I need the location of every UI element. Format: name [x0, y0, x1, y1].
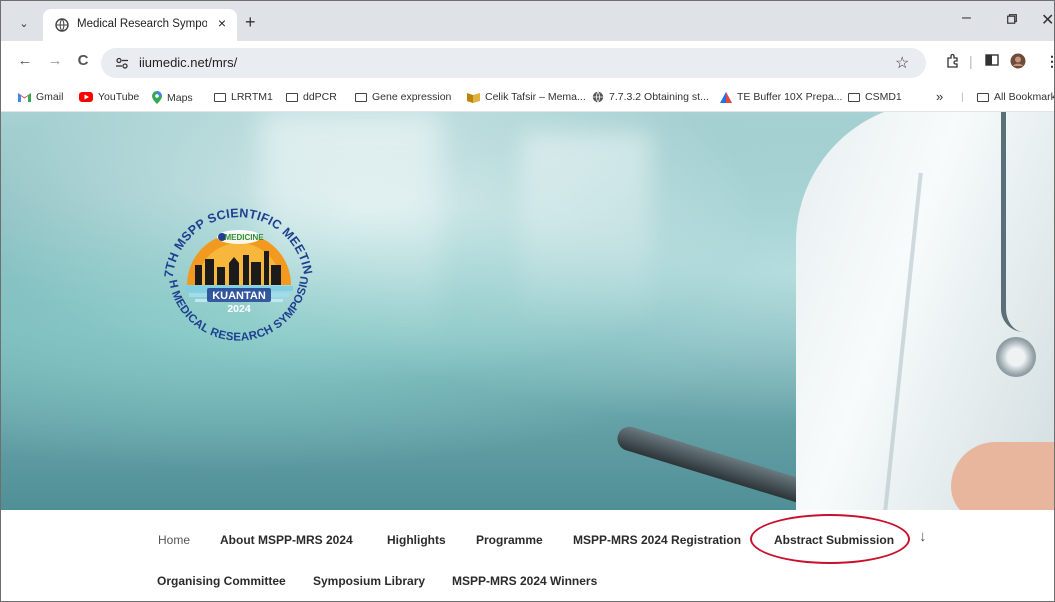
minimize-button[interactable]: – — [962, 9, 971, 27]
nav-registration[interactable]: MSPP-MRS 2024 Registration — [573, 533, 741, 547]
back-button[interactable]: ← — [15, 52, 35, 69]
nav-more-arrow-icon[interactable]: ↓ — [919, 528, 927, 545]
tab-strip: ⌄ Medical Research Symposium - × + – ✕ — [1, 1, 1054, 41]
bookmark-star-icon[interactable]: ☆ — [895, 53, 909, 73]
background-light — [521, 132, 651, 332]
gmail-icon — [18, 93, 31, 102]
site-nav-menu: Home About MSPP-MRS 2024 Highlights Prog… — [1, 510, 1054, 601]
stethoscope-icon — [1001, 112, 1024, 332]
tab-search-chevron-icon[interactable]: ⌄ — [13, 14, 35, 34]
logo-city: KUANTAN — [212, 290, 266, 302]
bookmark-ddpcr[interactable]: ddPCR — [286, 91, 337, 103]
profile-avatar-icon[interactable] — [1010, 53, 1026, 69]
bookmark-lrrtm1[interactable]: LRRTM1 — [214, 91, 273, 103]
bookmarks-bar: Gmail YouTube Maps LRRTM1 ddPCR Gene exp… — [1, 87, 1054, 112]
url-text[interactable]: iiumedic.net/mrs/ — [139, 55, 237, 70]
close-window-button[interactable]: ✕ — [1041, 10, 1054, 30]
restore-icon[interactable] — [1007, 14, 1017, 24]
folder-icon — [214, 92, 226, 102]
site-settings-icon[interactable] — [115, 56, 129, 70]
nav-highlights[interactable]: Highlights — [387, 533, 446, 547]
folder-icon — [286, 92, 298, 102]
book-icon — [467, 93, 480, 103]
symposium-logo: 37TH MSPP SCIENTIFIC MEETING 9TH MEDICAL… — [151, 187, 315, 344]
nav-symposium-library[interactable]: Symposium Library — [313, 574, 425, 588]
bookmark-csmd1[interactable]: CSMD1 — [848, 91, 902, 103]
bookmark-te-buffer[interactable]: TE Buffer 10X Prepa... — [720, 91, 842, 103]
bookmark-gene-expression[interactable]: Gene expression — [355, 91, 451, 103]
maps-icon — [152, 91, 162, 104]
menu-kebab-icon[interactable]: ⋮ — [1045, 53, 1054, 70]
all-bookmarks-button[interactable]: All Bookmarks — [977, 91, 1054, 103]
bookmarks-divider: | — [961, 91, 964, 103]
nav-winners[interactable]: MSPP-MRS 2024 Winners — [452, 574, 597, 588]
browser-window: ⌄ Medical Research Symposium - × + – ✕ ←… — [0, 0, 1055, 602]
bookmark-obtaining[interactable]: 7.7.3.2 Obtaining st... — [592, 91, 709, 103]
nav-organising-committee[interactable]: Organising Committee — [157, 574, 286, 588]
logo-badge-text: MEDICINE — [224, 233, 264, 242]
active-tab[interactable]: Medical Research Symposium - × — [43, 9, 237, 41]
nav-about[interactable]: About MSPP-MRS 2024 — [220, 533, 353, 547]
bookmark-celik-tafsir[interactable]: Celik Tafsir – Mema... — [467, 91, 586, 103]
reload-button[interactable]: C — [73, 52, 93, 69]
folder-icon — [848, 92, 860, 102]
logo-year: 2024 — [227, 303, 251, 315]
youtube-icon — [79, 92, 93, 102]
bookmark-gmail[interactable]: Gmail — [18, 91, 63, 103]
folder-icon — [977, 92, 989, 102]
doctor-arm — [951, 442, 1054, 510]
stethoscope-head — [996, 337, 1036, 377]
globe-icon — [592, 91, 604, 103]
address-bar[interactable]: iiumedic.net/mrs/ ☆ — [101, 48, 926, 78]
annotation-circle — [750, 514, 910, 564]
folder-icon — [355, 92, 367, 102]
extensions-icon[interactable] — [946, 53, 961, 68]
new-tab-button[interactable]: + — [245, 12, 256, 33]
globe-icon — [55, 18, 69, 32]
bookmark-youtube[interactable]: YouTube — [79, 91, 139, 103]
toolbar-divider: | — [969, 53, 973, 69]
bookmark-maps[interactable]: Maps — [152, 91, 193, 104]
forward-button[interactable]: → — [45, 52, 65, 69]
nav-home[interactable]: Home — [158, 533, 190, 547]
nav-programme[interactable]: Programme — [476, 533, 543, 547]
side-panel-icon[interactable] — [985, 53, 999, 67]
tab-title: Medical Research Symposium - — [77, 18, 207, 30]
address-toolbar: ← → C iiumedic.net/mrs/ ☆ | ⋮ — [1, 41, 1054, 87]
bookmarks-overflow-button[interactable]: » — [936, 89, 943, 104]
tab-close-icon[interactable]: × — [213, 15, 231, 31]
triangle-icon — [720, 91, 732, 103]
